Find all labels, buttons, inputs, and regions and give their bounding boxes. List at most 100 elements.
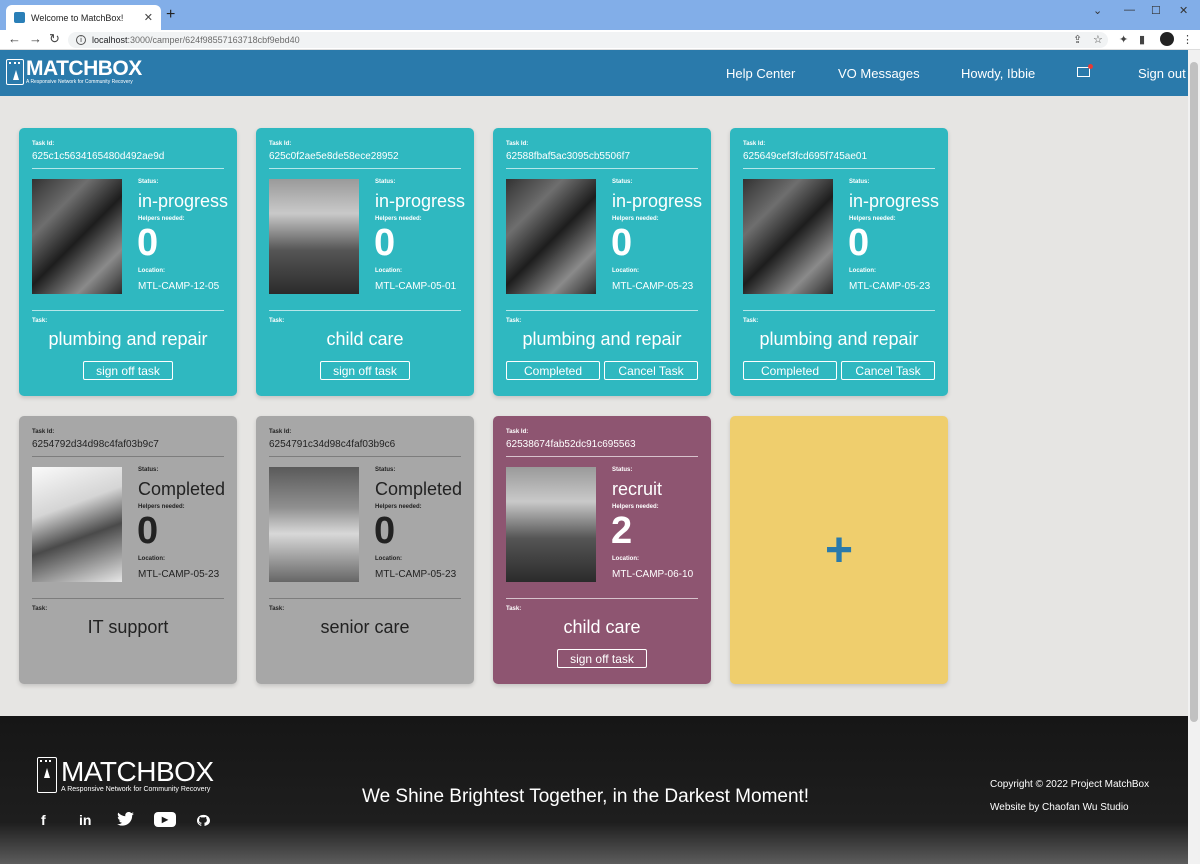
task-id-label: Task Id: xyxy=(506,429,529,435)
nav-help-center[interactable]: Help Center xyxy=(726,66,795,81)
location-label: Location: xyxy=(612,268,639,274)
task-id: 62538674fab52dc91c695563 xyxy=(506,439,636,450)
twitter-icon[interactable] xyxy=(117,812,134,826)
status-label: Status: xyxy=(138,179,159,185)
task-name: plumbing and repair xyxy=(522,329,682,349)
helpers-count: 0 xyxy=(848,222,870,264)
task-id: 625649cef3fcd695f745ae01 xyxy=(743,151,868,162)
task-photo xyxy=(32,179,122,294)
divider xyxy=(743,310,935,311)
forward-icon[interactable]: → xyxy=(29,31,42,46)
browser-tab[interactable]: Welcome to MatchBox! ✕ xyxy=(6,5,161,30)
profile-avatar[interactable] xyxy=(1160,32,1174,46)
tab-search-icon[interactable]: ⌄ xyxy=(1093,4,1102,17)
task-location: MTL-CAMP-05-01 xyxy=(375,281,457,292)
task-photo xyxy=(269,467,359,582)
divider xyxy=(506,168,698,169)
url-field[interactable]: i localhost:3000/camper/624f98557163718c… xyxy=(68,32,1108,48)
task-label: Task: xyxy=(269,318,285,324)
new-tab-icon[interactable]: + xyxy=(166,6,175,24)
task-card: Task Id: 625c1c5634165480d492ae9d Status… xyxy=(19,128,237,396)
maximize-icon[interactable]: ☐ xyxy=(1151,4,1161,17)
task-card: Task Id: 62538674fab52dc91c695563 Status… xyxy=(493,416,711,684)
divider xyxy=(32,310,224,311)
task-name: IT support xyxy=(87,617,169,637)
helpers-count: 2 xyxy=(611,510,633,552)
scrollbar-thumb[interactable] xyxy=(1190,62,1198,722)
extensions-icon[interactable]: ✦ xyxy=(1119,33,1128,46)
footer-credit[interactable]: Website by Chaofan Wu Studio xyxy=(990,802,1129,813)
url-path: :3000/camper/624f98557163718cbf9ebd40 xyxy=(127,35,300,45)
completed-button[interactable]: Completed xyxy=(506,361,600,380)
helpers-count: 0 xyxy=(137,222,159,264)
task-label: Task: xyxy=(506,318,522,324)
task-photo xyxy=(506,467,596,582)
github-icon[interactable] xyxy=(196,814,211,827)
site-info-icon[interactable]: i xyxy=(76,35,86,45)
task-label: Task: xyxy=(506,606,522,612)
task-photo xyxy=(506,179,596,294)
task-id-label: Task Id: xyxy=(269,141,292,147)
sign-off-task-button[interactable]: sign off task xyxy=(83,361,173,380)
nav-greeting[interactable]: Howdy, Ibbie xyxy=(961,66,1035,81)
tab-title: Welcome to MatchBox! xyxy=(31,12,124,23)
cancel-task-button[interactable]: Cancel Task xyxy=(841,361,935,380)
completed-button[interactable]: Completed xyxy=(743,361,837,380)
window-close-icon[interactable]: ✕ xyxy=(1179,4,1188,17)
linkedin-icon[interactable]: in xyxy=(79,812,91,828)
task-location: MTL-CAMP-05-23 xyxy=(849,281,931,292)
footer-logo[interactable]: MATCHBOX A Responsive Network for Commun… xyxy=(37,757,214,793)
header-logo[interactable]: MATCHBOX A Responsive Network for Commun… xyxy=(6,58,142,85)
url-host: localhost xyxy=(92,35,128,45)
add-task-card[interactable]: + xyxy=(730,416,948,684)
task-status: in-progress xyxy=(375,191,466,211)
task-card: Task Id: 6254792d34d98c4faf03b9c7 Status… xyxy=(19,416,237,684)
status-label: Status: xyxy=(849,179,870,185)
browser-menu-icon[interactable]: ⋮ xyxy=(1182,33,1193,46)
task-location: MTL-CAMP-05-23 xyxy=(612,281,694,292)
location-label: Location: xyxy=(849,268,876,274)
bookmark-star-icon[interactable]: ☆ xyxy=(1093,33,1103,46)
task-photo xyxy=(269,179,359,294)
matchbox-logo-icon xyxy=(6,59,24,85)
task-status: in-progress xyxy=(612,191,703,211)
task-name: child care xyxy=(563,617,641,637)
header-tagline: A Responsive Network for Community Recov… xyxy=(26,79,133,85)
task-id: 6254791c34d98c4faf03b9c6 xyxy=(269,439,396,450)
mail-icon[interactable] xyxy=(1077,64,1093,77)
task-id: 625c1c5634165480d492ae9d xyxy=(32,151,165,162)
cancel-task-button[interactable]: Cancel Task xyxy=(604,361,698,380)
location-label: Location: xyxy=(612,556,639,562)
divider xyxy=(506,310,698,311)
helpers-count: 0 xyxy=(374,510,396,552)
footer-copyright: Copyright © 2022 Project MatchBox xyxy=(990,779,1150,790)
nav-sign-out[interactable]: Sign out xyxy=(1138,66,1186,81)
sign-off-task-button[interactable]: sign off task xyxy=(320,361,410,380)
reload-icon[interactable]: ↻ xyxy=(49,31,60,47)
task-photo xyxy=(32,467,122,582)
share-icon[interactable]: ⇪ xyxy=(1073,33,1082,46)
task-card: Task Id: 6254791c34d98c4faf03b9c6 Status… xyxy=(256,416,474,684)
task-id-label: Task Id: xyxy=(506,141,529,147)
youtube-icon[interactable]: ▶ xyxy=(154,812,176,827)
task-status: Completed xyxy=(375,479,463,499)
back-icon[interactable]: ← xyxy=(8,31,21,46)
address-bar: ← → ↻ i localhost:3000/camper/624f985571… xyxy=(0,30,1200,50)
status-label: Status: xyxy=(612,179,633,185)
sidepanel-icon[interactable]: ▮ xyxy=(1139,33,1145,46)
close-tab-icon[interactable]: ✕ xyxy=(144,11,153,24)
location-label: Location: xyxy=(138,556,165,562)
status-label: Status: xyxy=(375,467,396,473)
task-label: Task: xyxy=(269,606,285,612)
task-name: plumbing and repair xyxy=(48,329,208,349)
facebook-icon[interactable]: f xyxy=(41,812,46,828)
status-label: Status: xyxy=(375,179,396,185)
task-location: MTL-CAMP-12-05 xyxy=(138,281,220,292)
task-status: recruit xyxy=(612,479,663,499)
location-label: Location: xyxy=(375,556,402,562)
nav-vo-messages[interactable]: VO Messages xyxy=(838,66,920,81)
sign-off-task-button[interactable]: sign off task xyxy=(557,649,647,668)
minimize-icon[interactable]: — xyxy=(1124,4,1135,16)
page-scrollbar[interactable] xyxy=(1188,50,1200,864)
task-location: MTL-CAMP-05-23 xyxy=(375,569,457,580)
